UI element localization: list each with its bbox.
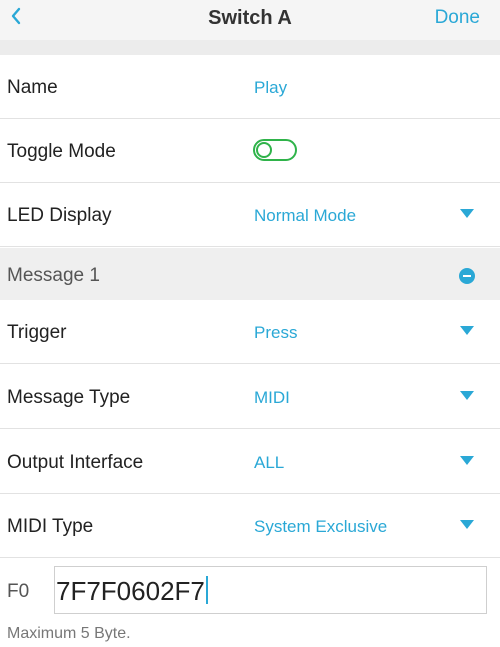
midi-type-label: MIDI Type xyxy=(7,516,94,537)
caret-down-icon[interactable] xyxy=(460,456,474,466)
navigation-bar: Switch A Done xyxy=(0,0,500,40)
name-value[interactable]: Play xyxy=(254,78,287,98)
trigger-value[interactable]: Press xyxy=(254,323,297,343)
output-interface-value[interactable]: ALL xyxy=(254,453,284,473)
sysex-data-value: 7F7F0602F7 xyxy=(56,576,205,606)
message-type-label: Message Type xyxy=(7,387,131,408)
message-section-header: Message 1 xyxy=(0,248,500,300)
trigger-row[interactable]: Trigger Press xyxy=(0,300,500,364)
output-interface-row[interactable]: Output Interface ALL xyxy=(0,430,500,494)
led-display-label: LED Display xyxy=(7,205,112,226)
caret-down-icon[interactable] xyxy=(460,209,474,219)
sysex-prefix-label: F0 xyxy=(7,581,30,602)
message-type-value[interactable]: MIDI xyxy=(254,388,290,408)
toggle-knob xyxy=(256,142,272,158)
name-row[interactable]: Name Play xyxy=(0,55,500,119)
message-type-row[interactable]: Message Type MIDI xyxy=(0,365,500,429)
caret-down-icon[interactable] xyxy=(460,391,474,401)
toggle-mode-switch[interactable] xyxy=(253,139,297,161)
text-cursor xyxy=(205,576,208,604)
page-title: Switch A xyxy=(208,7,292,29)
midi-type-row[interactable]: MIDI Type System Exclusive xyxy=(0,494,500,558)
toggle-mode-row: Toggle Mode xyxy=(0,119,500,183)
minus-circle-icon[interactable] xyxy=(459,268,475,284)
sysex-data-input[interactable]: 7F7F0602F7 xyxy=(54,566,487,614)
led-display-row[interactable]: LED Display Normal Mode xyxy=(0,183,500,247)
trigger-label: Trigger xyxy=(7,322,67,343)
led-display-value[interactable]: Normal Mode xyxy=(254,206,356,226)
header-spacer xyxy=(0,40,500,55)
name-label: Name xyxy=(7,77,58,98)
done-button[interactable]: Done xyxy=(435,7,480,29)
output-interface-label: Output Interface xyxy=(7,452,144,473)
caret-down-icon[interactable] xyxy=(460,520,474,530)
caret-down-icon[interactable] xyxy=(460,326,474,336)
sysex-hint: Maximum 5 Byte. xyxy=(7,625,131,642)
toggle-mode-label: Toggle Mode xyxy=(7,141,116,162)
message-title: Message 1 xyxy=(7,265,100,286)
midi-type-value[interactable]: System Exclusive xyxy=(254,517,387,537)
